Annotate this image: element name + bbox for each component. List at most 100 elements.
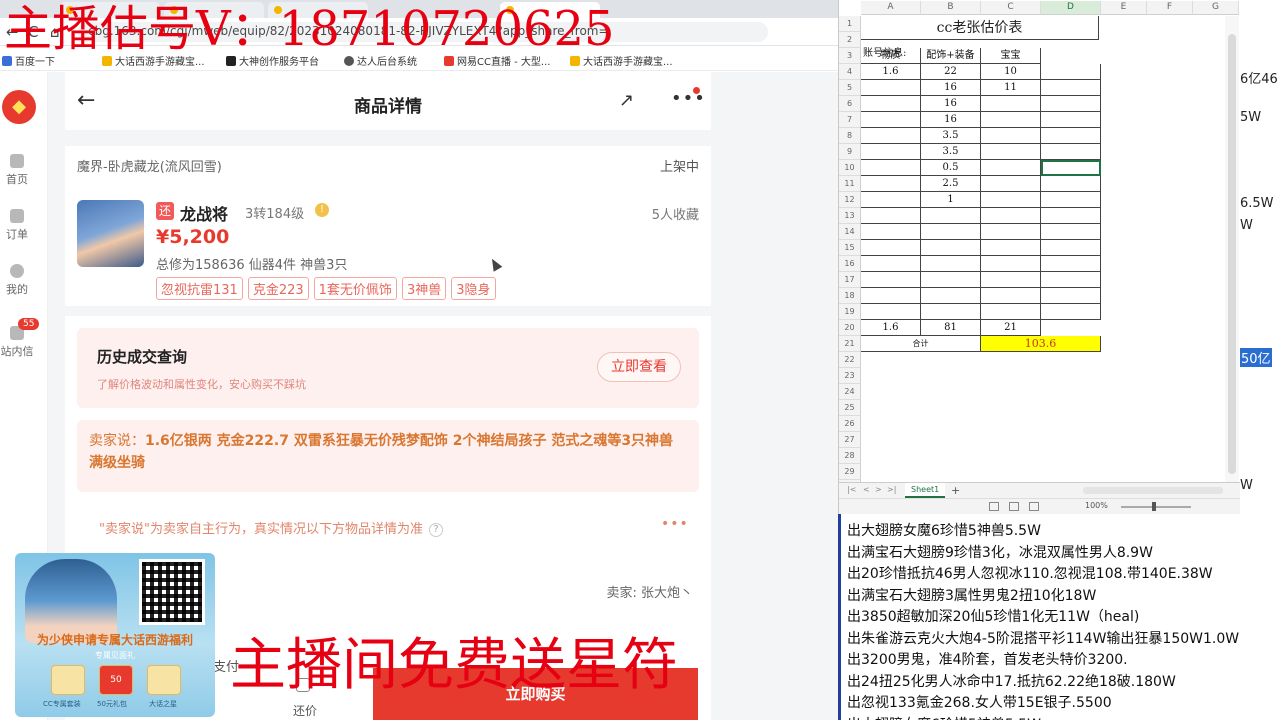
sheet-cell[interactable]: 16 [921,96,981,112]
sheet-cell[interactable] [981,224,1041,240]
sheet-cell[interactable]: 配饰+装备 [921,48,981,64]
sheet-cell[interactable] [921,304,981,320]
sheet-cell[interactable] [1041,80,1101,96]
sheet-cell[interactable] [981,192,1041,208]
total-label-cell[interactable]: 合计 [861,336,981,352]
sheet-cell[interactable] [981,288,1041,304]
prev-sheet-icon[interactable]: < [863,485,870,494]
sheet-cell[interactable] [861,272,921,288]
sheet-cell[interactable] [981,96,1041,112]
sheet-cell[interactable]: 3.5 [921,128,981,144]
sheet-cell[interactable] [1041,144,1101,160]
sheet-cell[interactable] [981,112,1041,128]
character-avatar[interactable] [77,200,144,267]
sheet-cell[interactable] [921,208,981,224]
sheet-cell[interactable] [921,256,981,272]
sheet-cell[interactable]: 3.5 [921,144,981,160]
row-header[interactable]: 25 [839,400,861,416]
column-header[interactable]: A [861,1,921,15]
sheet-cell[interactable] [1041,96,1101,112]
sheet-cell[interactable] [1041,224,1101,240]
share-icon[interactable]: ↗ [619,90,634,111]
row-header[interactable]: 19 [839,304,861,320]
horizontal-scrollbar[interactable] [1083,487,1223,494]
sheet-cell[interactable]: 11 [981,80,1041,96]
sheet-cell[interactable] [921,272,981,288]
sheet-cell[interactable] [861,224,921,240]
row-header[interactable]: 4 [839,64,861,80]
sheet-cell[interactable] [981,272,1041,288]
sheet-cell[interactable]: 16 [921,80,981,96]
row-header[interactable]: 10 [839,160,861,176]
vertical-scrollbar[interactable] [1225,16,1239,482]
sheet-cell[interactable] [981,144,1041,160]
row-header[interactable]: 22 [839,352,861,368]
row-header[interactable]: 21 [839,336,861,352]
help-icon[interactable]: ? [428,523,443,537]
sheet-cell[interactable] [861,80,921,96]
sheet-cell[interactable] [861,192,921,208]
sidebar-item-orders[interactable]: 订单 [0,209,34,242]
row-header[interactable]: 28 [839,448,861,464]
row-header[interactable]: 5 [839,80,861,96]
scrollbar-thumb[interactable] [1228,34,1236,474]
column-header[interactable]: B [921,1,981,15]
sheet-cell[interactable]: 2.5 [921,176,981,192]
view-history-button[interactable]: 立即查看 [597,352,681,382]
column-header[interactable]: C [981,1,1041,15]
column-header[interactable]: F [1147,1,1193,15]
row-header[interactable]: 8 [839,128,861,144]
row-header[interactable]: 1 [839,16,861,32]
sheet-cell[interactable] [1041,128,1101,144]
sheet-cell[interactable] [1041,304,1101,320]
sheet-cell[interactable] [1041,112,1101,128]
sheet-cell[interactable] [861,112,921,128]
row-header[interactable]: 13 [839,208,861,224]
sheet-cell[interactable] [921,288,981,304]
sheet-cell[interactable] [1041,256,1101,272]
sheet-cell[interactable] [981,208,1041,224]
app-logo-icon[interactable]: ◆ [2,90,36,124]
sidebar-item-home[interactable]: 首页 [0,154,34,187]
promo-banner[interactable]: 为少侠申请专属大话西游福利 专属见面礼 50 CC专属套装 50元礼包 大话之星 [15,553,215,717]
sheet-tab[interactable]: Sheet1 [905,483,946,498]
row-header[interactable]: 29 [839,464,861,480]
expand-dots-icon[interactable]: ••• [661,516,689,532]
row-header[interactable]: 14 [839,224,861,240]
sheet-cell[interactable] [981,160,1041,176]
sheet-cell[interactable] [1041,64,1101,80]
sheet-cell[interactable]: 物质 [861,48,921,64]
row-header[interactable]: 12 [839,192,861,208]
row-header[interactable]: 24 [839,384,861,400]
sheet-cell[interactable] [861,144,921,160]
row-header[interactable]: 16 [839,256,861,272]
page-break-icon[interactable] [1029,502,1039,511]
page-layout-icon[interactable] [1009,502,1019,511]
sheet-cell[interactable] [1041,160,1101,176]
sheet-cell[interactable]: 1 [921,192,981,208]
seller-name[interactable]: 卖家: 张大炮丶 [606,582,693,601]
sheet-cell[interactable] [861,160,921,176]
sheet-cell[interactable] [861,128,921,144]
row-header[interactable]: 17 [839,272,861,288]
sheet-cell[interactable] [861,240,921,256]
sheet-cell[interactable]: 21 [981,320,1041,336]
sheet-cell[interactable] [861,208,921,224]
row-header[interactable]: 2 [839,32,861,48]
sheet-cell[interactable]: 1.6 [861,64,921,80]
sheet-cell[interactable] [1041,288,1101,304]
row-header[interactable]: 27 [839,432,861,448]
row-header[interactable]: 11 [839,176,861,192]
sheet-cell[interactable] [921,224,981,240]
more-icon[interactable]: ••• [671,88,706,109]
sidebar-item-mine[interactable]: 我的 [0,264,34,297]
sheet-cell[interactable] [1041,240,1101,256]
sheet-cell[interactable] [981,304,1041,320]
sheet-cell[interactable] [861,176,921,192]
info-warning-icon[interactable]: ! [315,203,329,217]
row-header[interactable]: 26 [839,416,861,432]
row-header[interactable]: 7 [839,112,861,128]
sheet-cell[interactable]: 宝宝 [981,48,1041,64]
sheet-cell[interactable]: 22 [921,64,981,80]
zoom-slider[interactable] [1121,506,1191,508]
